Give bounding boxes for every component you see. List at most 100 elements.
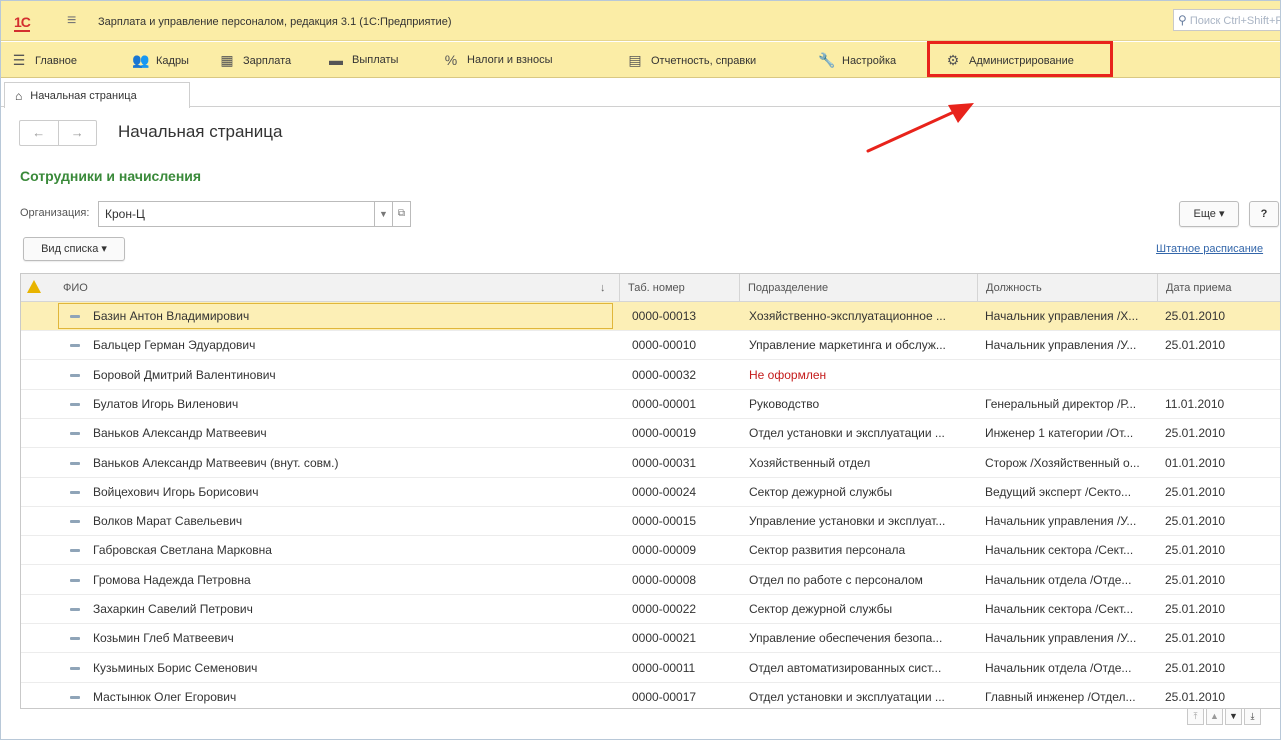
cell-dept: Управление обеспечения безопа... bbox=[749, 631, 943, 646]
section-title: Сотрудники и начисления bbox=[20, 168, 202, 184]
table-row[interactable]: Бальцер Герман Эдуардович 0000-00010 Управ… bbox=[21, 331, 1280, 361]
cell-position: Начальник сектора /Сект... bbox=[985, 602, 1134, 616]
table-row[interactable]: Ваньков Александр Матвеевич (внут. совм.… bbox=[21, 449, 1280, 478]
more-button[interactable]: Еще ▾ bbox=[1179, 201, 1239, 227]
employee-icon bbox=[70, 344, 80, 348]
cell-dept: Сектор развития персонала bbox=[749, 543, 906, 558]
cell-fio: Ваньков Александр Матвеевич bbox=[93, 426, 267, 441]
employee-icon bbox=[70, 549, 80, 553]
staffing-link[interactable]: Штатное расписание bbox=[1156, 243, 1263, 255]
cell-dept: Отдел автоматизированных сист... bbox=[749, 660, 942, 675]
table-row[interactable]: Ваньков Александр Матвеевич 0000-00019 Отд… bbox=[21, 419, 1280, 449]
col-date[interactable]: Дата приема bbox=[1157, 274, 1280, 302]
table-row[interactable]: Волков Марат Савельевич 0000-00015 Управле… bbox=[21, 507, 1280, 537]
cell-tabnum: 0000-00031 bbox=[632, 455, 697, 470]
cell-dept: Хозяйственно-эксплуатационное ... bbox=[749, 309, 946, 323]
people-icon: 👥 bbox=[132, 52, 150, 68]
cell-date: 11.01.2010 bbox=[1165, 396, 1225, 411]
list-icon: ☰ bbox=[12, 52, 26, 68]
table-row[interactable]: Базин Антон Владимирович 0000-00013 Хозяйс… bbox=[21, 302, 1280, 331]
cell-date: 25.01.2010 bbox=[1165, 689, 1226, 704]
menu-item-payments[interactable]: ▬ Выплаты bbox=[328, 52, 398, 68]
sort-arrow-icon: ↓ bbox=[600, 282, 606, 294]
cell-position: Начальник управления /Х... bbox=[985, 309, 1139, 323]
app-logo[interactable]: 1С bbox=[14, 14, 31, 32]
report-icon: ▤ bbox=[628, 52, 642, 68]
menu-item-settings[interactable]: 🔧 Настройка bbox=[818, 52, 896, 69]
table-row[interactable]: Мастынюк Олег Егорович 0000-00017 Отдел ус… bbox=[21, 683, 1280, 708]
cell-dept: Управление установки и эксплуат... bbox=[749, 514, 946, 529]
cell-date: 25.01.2010 bbox=[1165, 602, 1226, 616]
cell-position: Начальник управления /У... bbox=[985, 338, 1137, 353]
cell-position: Сторож /Хозяйственный о... bbox=[985, 455, 1140, 470]
cell-dept: Отдел установки и эксплуатации ... bbox=[749, 689, 945, 704]
search-input[interactable]: ⚲ Поиск Ctrl+Shift+F bbox=[1173, 9, 1280, 31]
table-row[interactable]: Боровой Дмитрий Валентинович 0000-00032 Не… bbox=[21, 361, 1280, 390]
table-row[interactable]: Габровская Светлана Марковна 0000-00009 Се… bbox=[21, 536, 1280, 566]
cell-fio: Кузьминых Борис Семенович bbox=[93, 660, 258, 675]
col-position[interactable]: Должность bbox=[977, 274, 1157, 302]
cell-fio: Козьмин Глеб Матвеевич bbox=[93, 631, 234, 646]
scroll-down-icon[interactable]: ▼ bbox=[1225, 708, 1242, 725]
more-label: Еще bbox=[1193, 208, 1216, 220]
tab-home[interactable]: ⌂ Начальная страница bbox=[4, 82, 190, 108]
cell-date: 01.01.2010 bbox=[1165, 455, 1226, 470]
menu-item-taxes[interactable]: % Налоги и взносы bbox=[443, 52, 553, 68]
cell-dept: Управление маркетинга и обслуж... bbox=[749, 338, 946, 353]
wrench-icon: 🔧 bbox=[818, 52, 836, 68]
menu-item-main[interactable]: ☰ Главное bbox=[11, 52, 77, 69]
cell-fio: Бальцер Герман Эдуардович bbox=[93, 338, 256, 353]
cell-date: 25.01.2010 bbox=[1165, 543, 1226, 558]
table-row[interactable]: Войцехович Игорь Борисович 0000-00024 Сект… bbox=[21, 478, 1280, 507]
cell-fio: Габровская Светлана Марковна bbox=[93, 543, 272, 558]
cell-date: 25.01.2010 bbox=[1165, 484, 1226, 499]
employee-icon bbox=[70, 578, 80, 582]
cell-tabnum: 0000-00022 bbox=[632, 602, 697, 616]
list-view-button[interactable]: Вид списка ▾ bbox=[23, 237, 125, 261]
table-row[interactable]: Булатов Игорь Виленович 0000-00001 Руковод… bbox=[21, 390, 1280, 419]
table-row[interactable]: Кузьминых Борис Семенович 0000-00011 Отдел… bbox=[21, 654, 1280, 683]
list-view-label: Вид списка bbox=[41, 243, 99, 255]
cell-date: 25.01.2010 bbox=[1165, 338, 1226, 353]
cell-position: Начальник отдела /Отде... bbox=[985, 660, 1132, 675]
logo-text: 1С bbox=[14, 14, 31, 32]
menu-item-reports[interactable]: ▤ Отчетность, справки bbox=[627, 52, 756, 69]
menu-item-salary[interactable]: ▦ Зарплата bbox=[219, 52, 291, 69]
scroll-up-icon[interactable]: ▲ bbox=[1206, 708, 1223, 725]
cell-dept: Отдел по работе с персоналом bbox=[749, 572, 923, 587]
cell-fio: Громова Надежда Петровна bbox=[93, 572, 251, 587]
employee-icon bbox=[70, 695, 80, 699]
table-row[interactable]: Захаркин Савелий Петрович 0000-00022 Секто… bbox=[21, 595, 1280, 624]
history-nav: ← → bbox=[19, 120, 97, 146]
cell-position: Генеральный директор /Р... bbox=[985, 396, 1137, 411]
cell-dept: Сектор дежурной службы bbox=[749, 602, 893, 616]
cell-fio: Боровой Дмитрий Валентинович bbox=[93, 367, 276, 382]
cell-position bbox=[977, 361, 1157, 390]
scroll-top-icon[interactable]: ⤒ bbox=[1187, 708, 1204, 725]
employee-icon bbox=[70, 608, 80, 611]
organization-field[interactable]: Крон-Ц bbox=[98, 201, 375, 227]
help-button[interactable]: ? bbox=[1249, 201, 1279, 227]
cell-tabnum: 0000-00011 bbox=[632, 660, 696, 675]
forward-arrow-icon[interactable]: → bbox=[57, 121, 97, 145]
scroll-bottom-icon[interactable]: ⤓ bbox=[1244, 708, 1261, 725]
table-row[interactable]: Козьмин Глеб Матвеевич 0000-00021 Управлен… bbox=[21, 624, 1280, 654]
page-title: Начальная страница bbox=[118, 122, 283, 141]
employee-icon bbox=[70, 637, 80, 641]
hamburger-icon[interactable]: ≡ bbox=[67, 12, 76, 30]
open-icon[interactable]: ⧉ bbox=[393, 201, 411, 227]
table-row[interactable]: Громова Надежда Петровна 0000-00008 Отдел … bbox=[21, 566, 1280, 595]
dropdown-arrow-icon[interactable]: ▼ bbox=[375, 201, 393, 227]
col-tabnum[interactable]: Таб. номер bbox=[619, 274, 739, 302]
table-header: ФИО ↓ Таб. номер Подразделение Должность… bbox=[21, 274, 1280, 302]
col-fio[interactable]: ФИО bbox=[55, 274, 615, 302]
menu-label: Настройка bbox=[842, 54, 897, 67]
col-dept[interactable]: Подразделение bbox=[739, 274, 977, 302]
cell-position: Начальник управления /У... bbox=[985, 631, 1137, 646]
cell-dept: Не оформлен bbox=[749, 367, 827, 382]
employee-icon bbox=[70, 402, 80, 406]
menu-item-hr[interactable]: 👥 Кадры bbox=[132, 52, 189, 69]
back-arrow-icon[interactable]: ← bbox=[20, 121, 58, 145]
menu-label: Выплаты bbox=[352, 54, 399, 66]
annotation-arrow bbox=[866, 103, 974, 153]
